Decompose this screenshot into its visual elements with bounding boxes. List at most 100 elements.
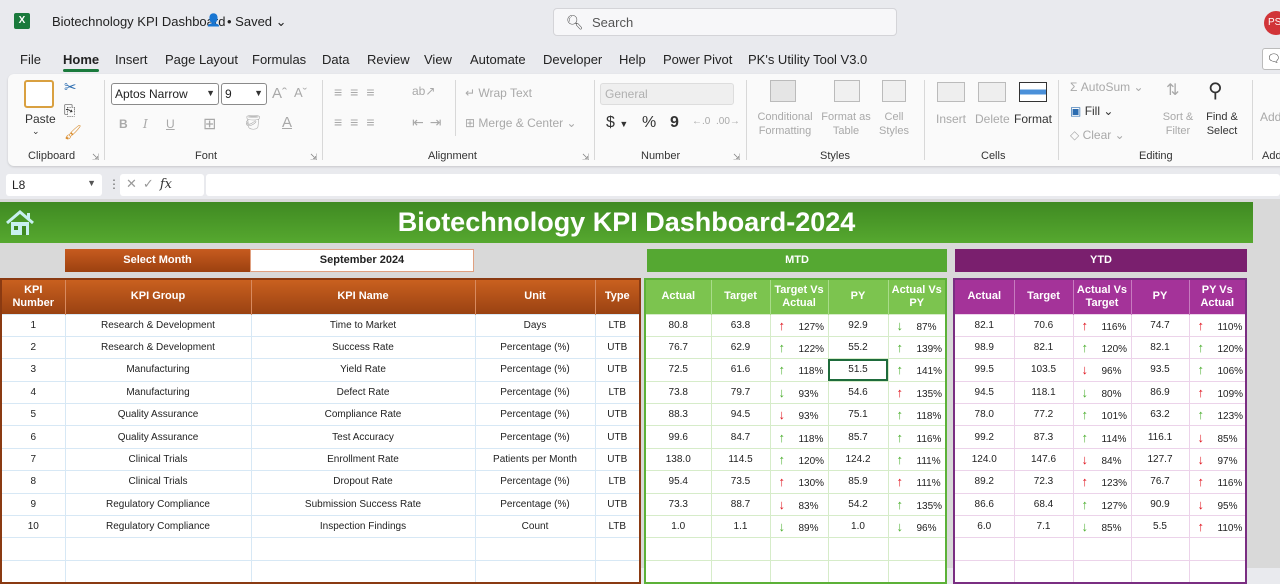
ytd-py[interactable]: 127.7 (1130, 447, 1190, 472)
kpi-number[interactable]: 8 (0, 470, 66, 494)
empty-cell[interactable] (250, 537, 476, 561)
mtd-actual[interactable]: 76.7 (644, 335, 712, 360)
comments-button[interactable]: 🗨︎ (1262, 48, 1280, 70)
kpi-name[interactable]: Dropout Rate (250, 470, 476, 494)
paste-button[interactable]: Paste (25, 112, 56, 126)
empty-cell[interactable] (474, 537, 596, 561)
tab-automate[interactable]: Automate (470, 52, 526, 67)
mtd-target-vs-actual[interactable]: ↑ 122% (769, 335, 829, 360)
user-avatar[interactable]: PS (1264, 11, 1280, 35)
tab-data[interactable]: Data (322, 52, 349, 67)
kpi-type[interactable]: UTB (594, 447, 641, 472)
tab-power-pivot[interactable]: Power Pivot (663, 52, 732, 67)
mtd-target[interactable]: 94.5 (710, 403, 771, 427)
mtd-target-vs-actual[interactable]: ↑ 118% (769, 425, 829, 449)
kpi-type[interactable]: UTB (594, 403, 641, 427)
kpi-unit[interactable]: Days (474, 313, 596, 337)
kpi-name[interactable]: Defect Rate (250, 380, 476, 405)
mtd-target-vs-actual[interactable]: ↓ 93% (769, 380, 829, 405)
share-people-icon[interactable]: 👤 (206, 13, 221, 27)
paste-dropdown-icon[interactable]: ⌄ (32, 126, 40, 137)
mtd-py[interactable]: 55.2 (827, 335, 889, 360)
mtd-target[interactable]: 88.7 (710, 492, 771, 517)
ytd-py[interactable]: 74.7 (1130, 313, 1190, 337)
mtd-py[interactable]: 124.2 (827, 447, 889, 472)
mtd-target[interactable]: 114.5 (710, 447, 771, 472)
sort-filter-icon[interactable]: ⇅ (1166, 80, 1179, 100)
empty-cell[interactable] (594, 537, 641, 561)
tab-view[interactable]: View (424, 52, 452, 67)
ytd-py[interactable]: 5.5 (1130, 515, 1190, 539)
empty-cell[interactable] (474, 559, 596, 584)
mtd-actual[interactable]: 80.8 (644, 313, 712, 337)
paste-icon[interactable] (24, 80, 54, 108)
find-select-button[interactable]: Find & Select (1200, 110, 1244, 138)
fill-button[interactable]: ▣ Fill ⌄ (1070, 104, 1113, 118)
indent-icons[interactable]: ⇤⇥ (412, 114, 447, 131)
tab-page-layout[interactable]: Page Layout (165, 52, 238, 67)
ytd-target[interactable]: 87.3 (1013, 425, 1074, 449)
sort-filter-button[interactable]: Sort & Filter (1158, 110, 1198, 138)
mtd-actual-vs-py[interactable]: ↑ 139% (887, 335, 947, 360)
ytd-py[interactable]: 82.1 (1130, 335, 1190, 360)
worksheet[interactable]: Biotechnology KPI Dashboard-2024 Select … (0, 199, 1280, 584)
formula-bar-options-icon[interactable]: ⋮ (108, 177, 120, 191)
bold-button[interactable]: B (119, 117, 128, 131)
mtd-target-vs-actual[interactable]: ↓ 83% (769, 492, 829, 517)
kpi-unit[interactable]: Patients per Month (474, 447, 596, 472)
ytd-py[interactable]: 76.7 (1130, 470, 1190, 494)
ytd-actual-vs-target[interactable]: ↑ 116% (1072, 313, 1132, 337)
ytd-target[interactable]: 103.5 (1013, 358, 1074, 382)
ytd-actual-vs-target[interactable]: ↑ 127% (1072, 492, 1132, 517)
mtd-target[interactable]: 63.8 (710, 313, 771, 337)
kpi-unit[interactable]: Percentage (%) (474, 425, 596, 449)
kpi-number[interactable]: 3 (0, 358, 66, 382)
kpi-unit[interactable]: Percentage (%) (474, 470, 596, 494)
kpi-group[interactable]: Research & Development (64, 313, 252, 337)
ytd-actual[interactable]: 98.9 (953, 335, 1015, 360)
kpi-name[interactable]: Success Rate (250, 335, 476, 360)
empty-cell[interactable] (1072, 559, 1132, 584)
ytd-target[interactable]: 70.6 (1013, 313, 1074, 337)
ytd-actual-vs-target[interactable]: ↑ 114% (1072, 425, 1132, 449)
ytd-actual-vs-target[interactable]: ↑ 120% (1072, 335, 1132, 360)
mtd-py[interactable]: 75.1 (827, 403, 889, 427)
kpi-unit[interactable]: Percentage (%) (474, 335, 596, 360)
cell-styles-button[interactable]: Cell Styles (874, 110, 914, 138)
kpi-unit[interactable]: Percentage (%) (474, 403, 596, 427)
kpi-number[interactable]: 9 (0, 492, 66, 517)
clear-button[interactable]: ◇ Clear ⌄ (1070, 128, 1125, 142)
mtd-actual-vs-py[interactable]: ↓ 96% (887, 515, 947, 539)
ytd-py[interactable]: 86.9 (1130, 380, 1190, 405)
clipboard-launcher-icon[interactable]: ⇲ (92, 152, 100, 163)
mtd-target-vs-actual[interactable]: ↓ 89% (769, 515, 829, 539)
mtd-actual[interactable]: 73.8 (644, 380, 712, 405)
ytd-actual[interactable]: 99.2 (953, 425, 1015, 449)
format-cells-icon[interactable] (1019, 82, 1047, 102)
empty-cell[interactable] (644, 537, 712, 561)
format-painter-icon[interactable]: 🖌︎ (64, 124, 82, 141)
kpi-unit[interactable]: Percentage (%) (474, 358, 596, 382)
kpi-group[interactable]: Quality Assurance (64, 425, 252, 449)
empty-cell[interactable] (769, 559, 829, 584)
orientation-icon[interactable]: ab↗ (412, 84, 435, 98)
fill-color-icon[interactable]: 🪣︎ (244, 114, 262, 131)
empty-cell[interactable] (710, 537, 771, 561)
kpi-number[interactable]: 7 (0, 447, 66, 472)
ytd-py-vs-actual[interactable]: ↑ 116% (1188, 470, 1247, 494)
mtd-actual-vs-py[interactable]: ↑ 141% (887, 358, 947, 382)
mtd-target[interactable]: 61.6 (710, 358, 771, 382)
ytd-actual[interactable]: 89.2 (953, 470, 1015, 494)
percent-button[interactable]: % (642, 114, 656, 132)
number-launcher-icon[interactable]: ⇲ (733, 152, 741, 163)
horizontal-align-icons[interactable]: ≡≡≡ (334, 114, 383, 130)
ytd-actual[interactable]: 82.1 (953, 313, 1015, 337)
empty-cell[interactable] (1013, 559, 1074, 584)
ytd-actual-vs-target[interactable]: ↑ 123% (1072, 470, 1132, 494)
tab-review[interactable]: Review (367, 52, 410, 67)
empty-cell[interactable] (953, 559, 1015, 584)
conditional-formatting-icon[interactable] (770, 80, 796, 102)
empty-cell[interactable] (887, 559, 947, 584)
kpi-type[interactable]: LTB (594, 515, 641, 539)
mtd-py[interactable]: 1.0 (827, 515, 889, 539)
